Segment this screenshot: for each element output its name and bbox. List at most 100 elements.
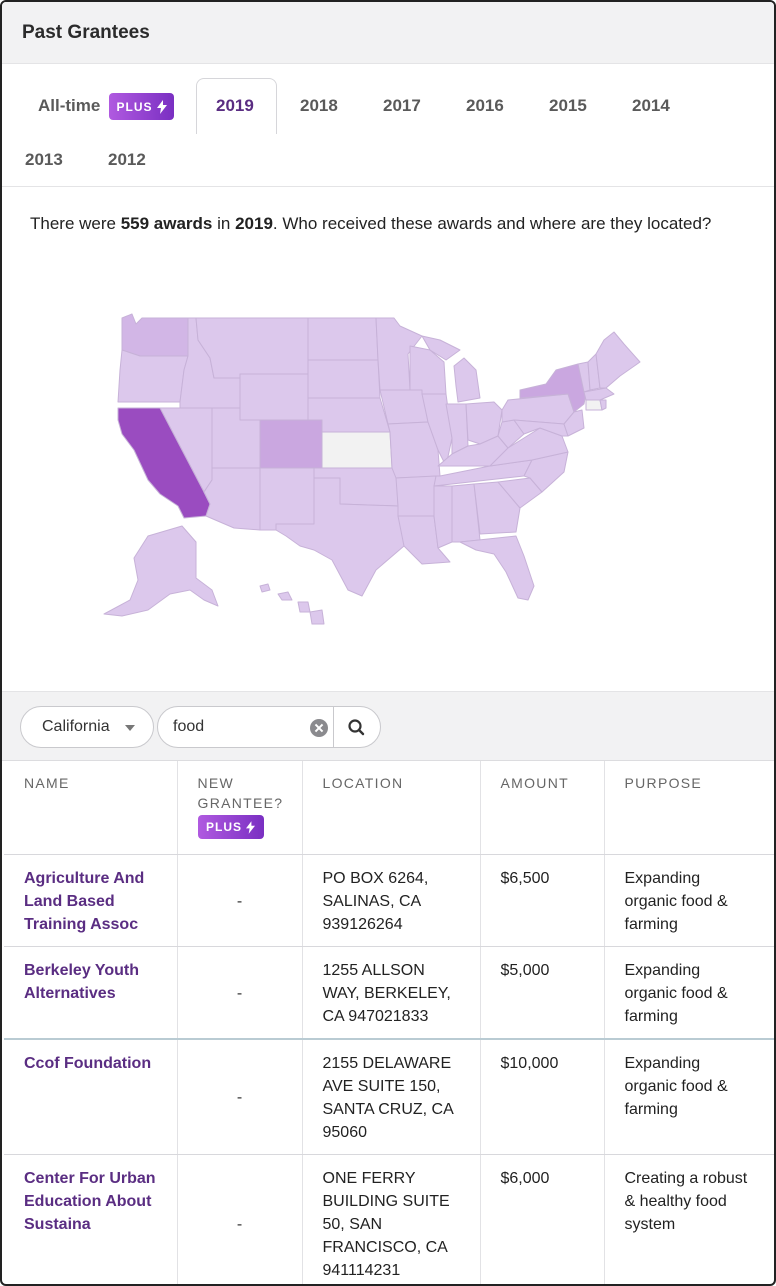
clear-icon[interactable] [310,719,328,737]
table-row: Ccof Foundation - 2155 DELAWARE AVE SUIT… [4,1039,774,1155]
filter-bar: California [2,691,774,761]
map-state-alaska [104,526,218,616]
column-header-grantee-label: GRANTEE? [198,793,282,813]
tab-2016[interactable]: 2016 [466,96,504,116]
summary-year: 2019 [235,214,273,233]
tab-2017-label: 2017 [383,96,421,115]
panel-header: Past Grantees [2,2,774,64]
new-grantee-value: - [177,1154,302,1286]
tab-2013-label: 2013 [25,150,63,169]
search-input[interactable] [173,713,303,741]
grantee-name-link[interactable]: Ccof Foundation [4,1039,177,1155]
table-header-row: NAME NEW GRANTEE? PLUS LOCATION AMOUNT P… [4,761,774,854]
table-row: Center For Urban Education About Sustain… [4,1154,774,1286]
grantees-table: NAME NEW GRANTEE? PLUS LOCATION AMOUNT P… [4,761,774,1286]
map-state-florida [460,536,534,600]
grant-purpose: Creating a robust & healthy food system [604,1154,774,1286]
table-row: Berkeley Youth Alternatives - 1255 ALLSO… [4,946,774,1039]
table-row: Agriculture And Land Based Training Asso… [4,854,774,946]
grantee-location: PO BOX 6264, SALINAS, CA 939126264 [302,854,480,946]
search-box [157,706,381,748]
tab-2018-label: 2018 [300,96,338,115]
new-grantee-value: - [177,946,302,1039]
map-state-washington [122,314,188,356]
tab-2017[interactable]: 2017 [383,96,421,116]
map-state-connecticut [586,400,602,410]
tab-2013[interactable]: 2013 [25,150,63,170]
past-grantees-panel: Past Grantees All-time PLUS 2019 2018 20… [0,0,776,1286]
tab-2019[interactable]: 2019 [216,96,254,116]
search-icon [334,707,380,747]
state-filter-select[interactable]: California [20,706,154,748]
map-state-mississippi [434,486,452,548]
column-header-location-label: LOCATION [323,775,404,791]
state-filter-value: California [42,718,110,735]
column-header-purpose-label: PURPOSE [625,775,703,791]
tab-2014-label: 2014 [632,96,670,115]
grant-purpose: Expanding organic food & farming [604,946,774,1039]
grantee-location: 1255 ALLSON WAY, BERKELEY, CA 947021833 [302,946,480,1039]
column-header-purpose[interactable]: PURPOSE [604,761,774,854]
lightning-icon [246,821,255,834]
grant-amount: $6,000 [480,1154,604,1286]
map-state-pennsylvania [502,394,574,424]
search-button[interactable] [334,707,380,747]
lightning-icon [157,100,167,114]
plus-badge[interactable]: PLUS [109,93,174,120]
tab-2014[interactable]: 2014 [632,96,670,116]
grant-amount: $10,000 [480,1039,604,1155]
tab-2012-label: 2012 [108,150,146,169]
tab-2019-label: 2019 [216,96,254,115]
summary-prefix: There were [30,214,121,233]
grantee-name-link[interactable]: Center For Urban Education About Sustain… [4,1154,177,1286]
map-state-south-dakota [308,360,380,398]
summary-middle: in [212,214,235,233]
grant-purpose: Expanding organic food & farming [604,854,774,946]
tab-2015[interactable]: 2015 [549,96,587,116]
us-grantee-map[interactable] [100,310,660,630]
awards-summary: There were 559 awards in 2019. Who recei… [30,214,711,234]
grantee-location: 2155 DELAWARE AVE SUITE 150, SANTA CRUZ,… [302,1039,480,1155]
map-state-maine [596,332,640,388]
grantee-name-link[interactable]: Berkeley Youth Alternatives [4,946,177,1039]
tabs-divider [2,186,774,187]
column-header-name-label: NAME [24,775,70,791]
map-state-arizona [204,468,260,530]
map-state-kansas [322,432,392,468]
column-header-new-grantee[interactable]: NEW GRANTEE? PLUS [177,761,302,854]
plus-badge-column[interactable]: PLUS [198,815,264,839]
tab-2012[interactable]: 2012 [108,150,146,170]
new-grantee-value: - [177,1039,302,1155]
panel-title: Past Grantees [22,22,150,44]
map-state-michigan [454,358,480,402]
grant-amount: $6,500 [480,854,604,946]
map-state-new-mexico [260,468,314,530]
column-header-new-label: NEW [198,773,282,793]
grant-amount: $5,000 [480,946,604,1039]
map-state-wyoming [240,374,308,420]
map-state-arkansas [396,476,436,516]
map-state-north-dakota [308,318,378,360]
column-header-name[interactable]: NAME [4,761,177,854]
tab-all-time[interactable]: All-time [38,96,100,116]
summary-suffix: . Who received these awards and where ar… [273,214,711,233]
map-state-montana [196,318,308,378]
grant-purpose: Expanding organic food & farming [604,1039,774,1155]
column-header-location[interactable]: LOCATION [302,761,480,854]
map-state-colorado [260,420,322,468]
tab-all-time-label: All-time [38,96,100,115]
awards-count: 559 awards [121,214,213,233]
map-state-iowa [380,390,428,424]
tab-2018[interactable]: 2018 [300,96,338,116]
plus-badge-label: PLUS [116,100,152,114]
grantee-name-link[interactable]: Agriculture And Land Based Training Asso… [4,854,177,946]
new-grantee-value: - [177,854,302,946]
tab-2015-label: 2015 [549,96,587,115]
grantee-location: ONE FERRY BUILDING SUITE 50, SAN FRANCIS… [302,1154,480,1286]
tab-2016-label: 2016 [466,96,504,115]
plus-badge-column-label: PLUS [206,817,242,837]
map-state-hawaii [260,584,324,624]
chevron-down-icon [125,725,135,731]
column-header-amount[interactable]: AMOUNT [480,761,604,854]
map-state-oregon [118,350,188,402]
